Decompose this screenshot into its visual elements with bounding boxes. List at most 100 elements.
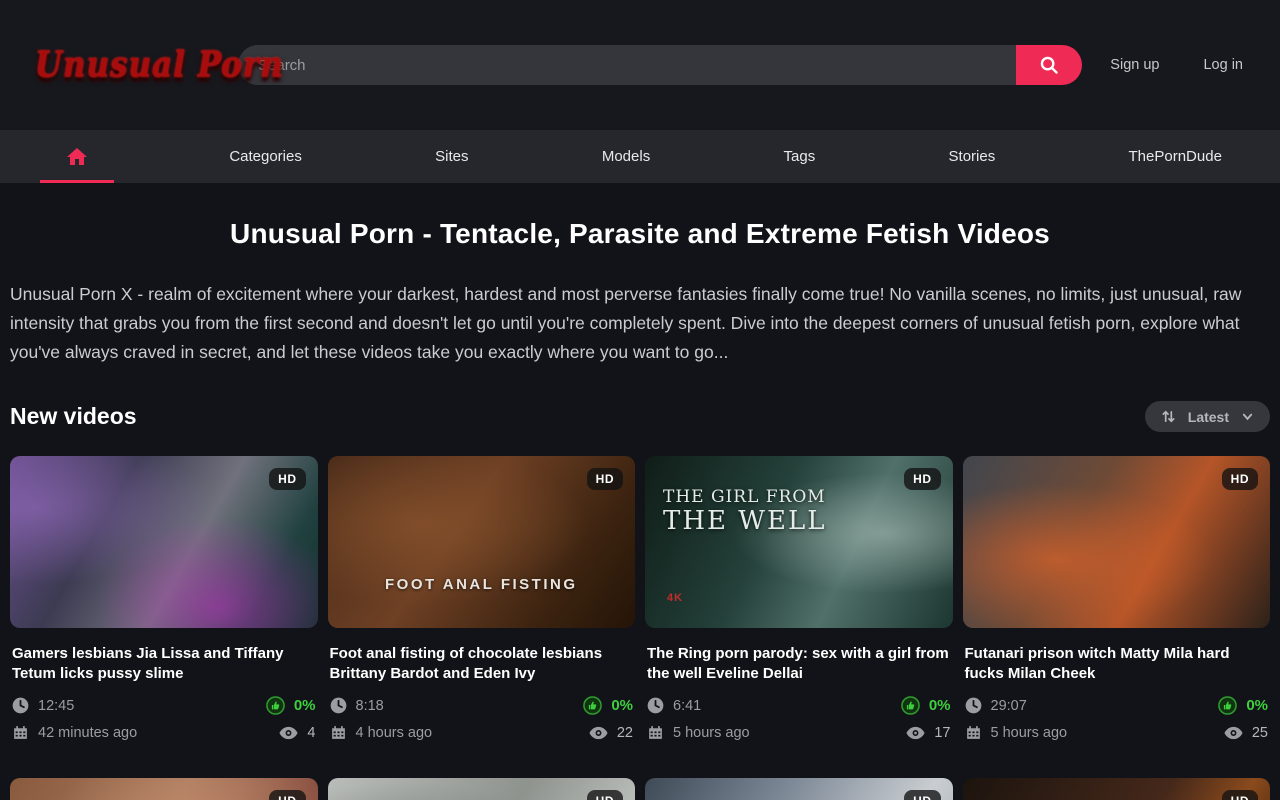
page-description: Unusual Porn X - realm of excitement whe…	[10, 280, 1270, 367]
sort-label: Latest	[1188, 409, 1229, 425]
video-thumbnail[interactable]: HD	[963, 778, 1271, 800]
video-thumbnail[interactable]: HD	[645, 778, 953, 800]
video-meta-row: 8:18 0%	[330, 696, 634, 715]
video-meta-row: 4 hours ago 22	[330, 724, 634, 741]
video-views: 22	[617, 725, 633, 741]
hd-badge: HD	[904, 790, 940, 800]
hd-badge: HD	[1222, 468, 1258, 490]
video-rating: 0%	[929, 697, 951, 714]
video-meta-row: 6:41 0%	[647, 696, 951, 715]
search-input[interactable]	[238, 45, 1016, 85]
search-button[interactable]	[1016, 45, 1082, 85]
video-thumbnail[interactable]: HD	[963, 456, 1271, 628]
eye-icon	[906, 726, 925, 740]
video-grid: HD Gamers lesbians Jia Lissa and Tiffany…	[10, 456, 1270, 750]
login-link[interactable]: Log in	[1203, 57, 1243, 73]
video-thumbnail[interactable]: HD	[10, 456, 318, 628]
video-meta-row: 12:45 0%	[12, 696, 316, 715]
sort-dropdown[interactable]: Latest	[1145, 401, 1270, 432]
nav-home[interactable]	[40, 130, 114, 183]
signup-link[interactable]: Sign up	[1110, 57, 1159, 73]
calendar-icon	[965, 724, 982, 741]
thumbnail-text: THE GIRL FROM THE WELL	[663, 488, 827, 535]
eye-icon	[1224, 726, 1243, 740]
thumbs-up-icon	[266, 696, 285, 715]
video-card[interactable]: HD THE GIRL FROM THE WELL 4K The Ring po…	[645, 456, 953, 750]
nav-categories[interactable]: Categories	[211, 130, 320, 183]
video-duration: 6:41	[673, 698, 701, 714]
site-logo[interactable]: Unusual Porn	[35, 44, 210, 85]
search-bar	[238, 45, 1082, 85]
video-meta-row: 29:07 0%	[965, 696, 1269, 715]
video-duration: 29:07	[991, 698, 1027, 714]
video-rating: 0%	[1246, 697, 1268, 714]
main-content: Unusual Porn - Tentacle, Parasite and Ex…	[0, 218, 1280, 800]
video-age: 4 hours ago	[356, 725, 433, 741]
video-duration: 12:45	[38, 698, 74, 714]
video-title[interactable]: Futanari prison witch Matty Mila hard fu…	[965, 644, 1269, 684]
thumbs-up-icon	[1218, 696, 1237, 715]
video-thumbnail[interactable]: HD	[10, 778, 318, 800]
top-header: Unusual Porn Sign up Log in	[0, 0, 1280, 130]
eye-icon	[279, 726, 298, 740]
video-card[interactable]: HD	[645, 778, 953, 800]
video-card[interactable]: HD FOOT ANAL FISTING Foot anal fisting o…	[328, 456, 636, 750]
hd-badge: HD	[587, 790, 623, 800]
home-icon	[65, 145, 89, 169]
video-meta-row: 5 hours ago 17	[647, 724, 951, 741]
thumbnail-quality-tag: 4K	[667, 592, 683, 604]
section-header: New videos Latest	[10, 401, 1270, 432]
thumbnail-text: FOOT ANAL FISTING	[328, 576, 636, 593]
video-age: 5 hours ago	[673, 725, 750, 741]
clock-icon	[647, 697, 664, 714]
hd-badge: HD	[587, 468, 623, 490]
video-rating: 0%	[294, 697, 316, 714]
hd-badge: HD	[269, 790, 305, 800]
video-views: 25	[1252, 725, 1268, 741]
thumbs-up-icon	[583, 696, 602, 715]
hd-badge: HD	[269, 468, 305, 490]
video-meta-row: 42 minutes ago 4	[12, 724, 316, 741]
search-icon	[1038, 54, 1060, 76]
video-duration: 8:18	[356, 698, 384, 714]
nav-tags[interactable]: Tags	[766, 130, 834, 183]
video-meta-row: 5 hours ago 25	[965, 724, 1269, 741]
eye-icon	[589, 726, 608, 740]
video-title[interactable]: The Ring porn parody: sex with a girl fr…	[647, 644, 951, 684]
video-thumbnail[interactable]: HD	[328, 778, 636, 800]
video-card[interactable]: HD	[963, 778, 1271, 800]
video-card[interactable]: HD Gamers lesbians Jia Lissa and Tiffany…	[10, 456, 318, 750]
nav-theporndude[interactable]: ThePornDude	[1111, 130, 1240, 183]
video-thumbnail[interactable]: HD THE GIRL FROM THE WELL 4K	[645, 456, 953, 628]
video-card[interactable]: HD	[328, 778, 636, 800]
video-rating: 0%	[611, 697, 633, 714]
nav-sites[interactable]: Sites	[417, 130, 486, 183]
video-views: 4	[307, 725, 315, 741]
video-age: 5 hours ago	[991, 725, 1068, 741]
auth-links: Sign up Log in	[1110, 57, 1243, 73]
video-age: 42 minutes ago	[38, 725, 137, 741]
chevron-down-icon	[1241, 410, 1254, 423]
clock-icon	[330, 697, 347, 714]
clock-icon	[12, 697, 29, 714]
video-card[interactable]: HD	[10, 778, 318, 800]
hd-badge: HD	[904, 468, 940, 490]
active-tab-indicator	[40, 180, 114, 183]
video-title[interactable]: Foot anal fisting of chocolate lesbians …	[330, 644, 634, 684]
calendar-icon	[647, 724, 664, 741]
video-title[interactable]: Gamers lesbians Jia Lissa and Tiffany Te…	[12, 644, 316, 684]
calendar-icon	[12, 724, 29, 741]
video-thumbnail[interactable]: HD FOOT ANAL FISTING	[328, 456, 636, 628]
page-title: Unusual Porn - Tentacle, Parasite and Ex…	[10, 218, 1270, 250]
sort-icon	[1161, 409, 1176, 424]
video-grid-row-2: HD HD HD HD	[10, 778, 1270, 800]
main-nav: Categories Sites Models Tags Stories The…	[0, 130, 1280, 183]
nav-models[interactable]: Models	[584, 130, 668, 183]
section-title: New videos	[10, 403, 137, 430]
hd-badge: HD	[1222, 790, 1258, 800]
video-card[interactable]: HD Futanari prison witch Matty Mila hard…	[963, 456, 1271, 750]
nav-stories[interactable]: Stories	[931, 130, 1014, 183]
thumbs-up-icon	[901, 696, 920, 715]
clock-icon	[965, 697, 982, 714]
calendar-icon	[330, 724, 347, 741]
